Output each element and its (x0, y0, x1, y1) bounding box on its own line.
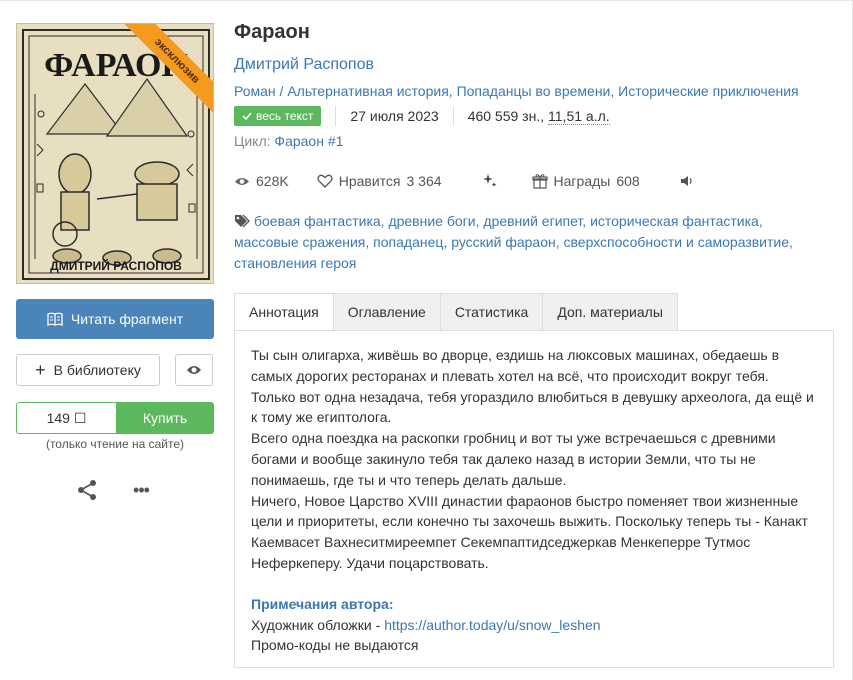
book-cover[interactable]: ФАРАОН ДМИТРИЙ РАСПОПОВ эксклюзив (16, 23, 214, 284)
awards-label: Награды (553, 173, 611, 189)
awards-stat[interactable]: Награды 608 (531, 173, 640, 189)
read-fragment-button[interactable]: Читать фрагмент (16, 299, 214, 339)
awards-count: 608 (616, 173, 640, 189)
eye-icon (187, 366, 201, 374)
book-card: ФАРАОН ДМИТРИЙ РАСПОПОВ эксклюзив Читать… (0, 0, 853, 680)
views-stat: 628K (234, 173, 289, 189)
tab-contents[interactable]: Оглавление (333, 293, 441, 331)
eye-icon (235, 177, 249, 185)
watch-button[interactable] (175, 354, 213, 386)
tab-annotation[interactable]: Аннотация (234, 293, 334, 331)
genre-link[interactable]: Исторические приключения (618, 83, 798, 99)
sparkles-stat[interactable] (482, 173, 498, 189)
promo-note: Промо-коды не выдаются (251, 637, 419, 654)
tag-link[interactable]: становления героя (234, 255, 356, 271)
check-icon (242, 112, 252, 120)
book-title: Фараон (234, 21, 310, 43)
meta-divider (335, 106, 337, 126)
cycle-label: Цикл: (234, 133, 271, 149)
tab-bar: Аннотация Оглавление Статистика Доп. мат… (234, 293, 678, 331)
price-field: 149 ☐ (16, 402, 116, 434)
genre-link[interactable]: Попаданцы во времени (457, 83, 611, 99)
book-open-icon (47, 312, 63, 326)
annotation-paragraph: Ничего, Новое Царство XVIII династии фар… (251, 492, 808, 571)
cover-artist-line: Художник обложки - https://author.today/… (251, 615, 817, 636)
annotation-panel: Ты сын олигарха, живёшь во дворце, ездиш… (234, 330, 834, 668)
book-stats: 628K Нравится 3 364 Награды 608 (234, 171, 694, 191)
author-sheets: 11,51 а.л. (548, 107, 610, 125)
tag-link[interactable]: историческая фантастика (590, 213, 759, 229)
genre-link[interactable]: Альтернативная история (287, 83, 448, 99)
cover-artist-label: Художник обложки - (251, 616, 385, 633)
tag-link[interactable]: боевая фантастика (254, 213, 381, 229)
share-icon[interactable] (76, 479, 98, 501)
tag-link[interactable]: массовые сражения (234, 234, 365, 250)
gift-icon (531, 174, 548, 189)
author-link[interactable]: Дмитрий Распопов (234, 56, 374, 74)
cycle-info: Цикл: Фараон #1 (234, 133, 343, 149)
author-notes-title: Примечания автора: (251, 595, 394, 612)
publish-date: 27 июля 2023 (350, 108, 439, 124)
buy-button[interactable]: Купить (116, 402, 214, 434)
add-to-library-label: В библиотеку (53, 362, 141, 378)
more-options-icon[interactable]: ••• (130, 479, 152, 501)
tab-extra-materials[interactable]: Доп. материалы (543, 293, 678, 331)
buy-note: (только чтение на сайте) (45, 437, 185, 451)
read-fragment-label: Читать фрагмент (70, 311, 184, 327)
tag-link[interactable]: сверхспособности и саморазвитие (564, 234, 790, 250)
annotation-paragraph: Ты сын олигарха, живёшь во дворце, ездиш… (251, 347, 814, 426)
add-to-library-button[interactable]: + В библиотеку (16, 354, 160, 386)
cover-artist-link[interactable]: https://author.today/u/snow_leshen (384, 617, 600, 633)
heart-icon (317, 174, 333, 188)
status-badge: весь текст (234, 106, 322, 126)
cover-author-text: ДМИТРИЙ РАСПОПОВ (50, 258, 182, 273)
tags-icon (235, 214, 250, 228)
likes-count: 3 364 (406, 173, 442, 189)
cycle-link[interactable]: Фараон #1 (274, 133, 343, 149)
plus-icon: + (35, 360, 46, 380)
tag-link[interactable]: древние боги (388, 213, 475, 229)
char-count: 460 559 зн., (467, 108, 545, 124)
meta-divider (452, 106, 454, 126)
tag-link[interactable]: древний египет (483, 213, 582, 229)
status-badge-label: весь текст (256, 109, 314, 123)
tag-link[interactable]: русский фараон (451, 234, 556, 250)
sparkles-icon (482, 174, 497, 187)
tag-link[interactable]: попаданец (373, 234, 443, 250)
genre-list: Роман / Альтернативная история, Попаданц… (234, 83, 799, 99)
book-meta: весь текст 27 июля 2023 460 559 зн., 11,… (234, 105, 610, 127)
genre-link[interactable]: Роман (234, 83, 276, 99)
views-count: 628K (256, 173, 289, 189)
speaker-icon (680, 176, 692, 186)
likes-label: Нравится (338, 173, 401, 189)
tab-statistics[interactable]: Статистика (440, 293, 544, 331)
annotation-paragraph: Всего одна поездка на раскопки гробниц и… (251, 430, 776, 488)
tag-list: боевая фантастика, древние боги, древний… (234, 213, 793, 271)
audio-button[interactable] (680, 174, 694, 188)
likes-stat[interactable]: Нравится 3 364 (317, 173, 442, 189)
